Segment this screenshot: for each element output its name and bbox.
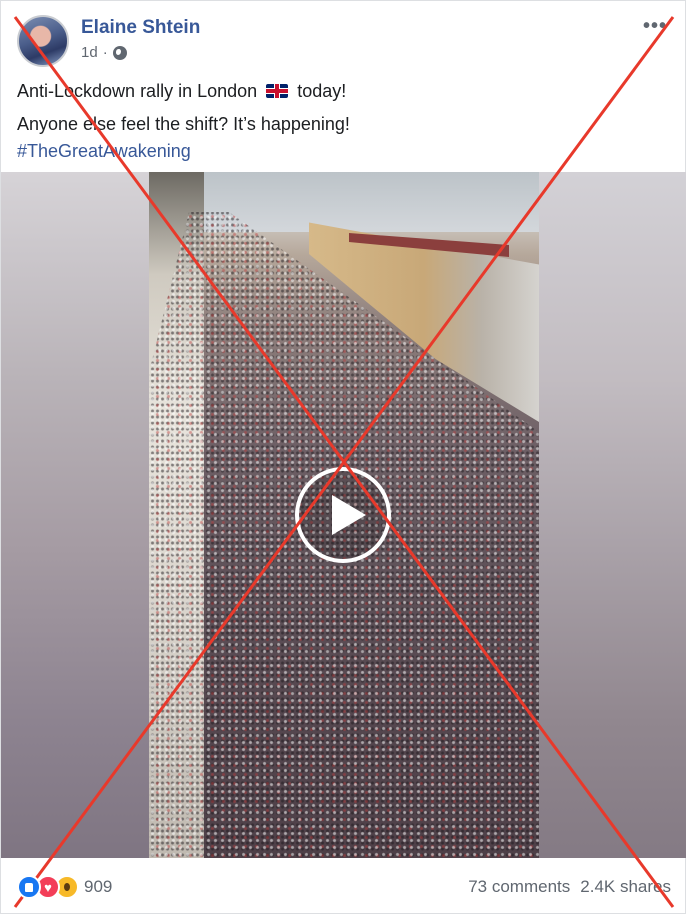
post-time[interactable]: 1d [81,44,98,61]
post-footer: 909 73 comments 2.4K shares [1,858,686,914]
video-blur-left [1,172,149,858]
post-line-1-text: Anti-Lockdown rally in London [17,81,258,101]
video-blur-right [539,172,686,858]
video-sky [199,172,539,232]
reactions-summary[interactable]: 909 [17,875,112,899]
post-line-2: Anyone else feel the shift? It’s happeni… [17,114,350,134]
reaction-count: 909 [84,877,113,896]
meta-separator: · [102,44,108,61]
post-line-1-end: today! [297,81,347,101]
post-line-1: Anti-Lockdown rally in London today! [17,79,667,103]
video-player[interactable] [1,172,686,858]
post-meta: 1d · [81,44,127,61]
hashtag-link[interactable]: #TheGreatAwakening [17,139,667,163]
play-icon[interactable] [295,467,391,563]
post-stats: 73 comments 2.4K shares [468,877,671,897]
post-header: Elaine Shtein 1d · ••• [1,1,686,71]
more-options-icon[interactable]: ••• [643,15,667,38]
post-text: Anti-Lockdown rally in London today! Any… [17,79,667,163]
post-card: Elaine Shtein 1d · ••• Anti-Lockdown ral… [0,0,686,914]
globe-icon [112,45,127,60]
comments-count[interactable]: 73 comments [468,877,570,897]
like-icon [17,875,41,899]
uk-flag-icon [266,84,289,98]
author-avatar[interactable] [17,15,69,67]
author-name[interactable]: Elaine Shtein [81,17,200,39]
shares-count[interactable]: 2.4K shares [580,877,671,897]
